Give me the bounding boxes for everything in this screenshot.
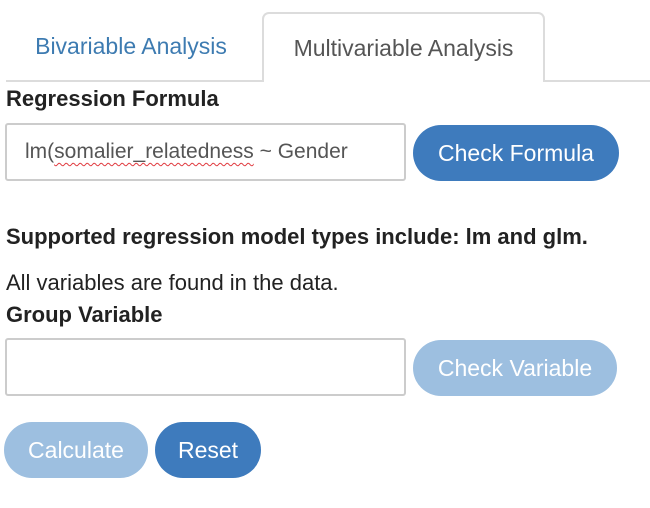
check-variable-button[interactable]: Check Variable (413, 340, 617, 396)
calculate-button[interactable]: Calculate (4, 422, 148, 478)
variables-found-message: All variables are found in the data. (6, 270, 339, 295)
formula-rest: ~ Gender (253, 140, 348, 163)
formula-prefix: lm( (25, 140, 55, 163)
analysis-tabs: Bivariable Analysis Multivariable Analys… (6, 12, 650, 82)
check-formula-button[interactable]: Check Formula (413, 125, 619, 181)
tab-bivariable-analysis[interactable]: Bivariable Analysis (6, 12, 256, 80)
regression-formula-label: Regression Formula (6, 86, 219, 111)
group-variable-input[interactable] (5, 338, 406, 396)
supported-model-types-note: Supported regression model types include… (6, 224, 588, 249)
tab-multivariable-analysis[interactable]: Multivariable Analysis (262, 12, 545, 82)
reset-button[interactable]: Reset (155, 422, 261, 478)
regression-formula-input[interactable]: lm(somalier_relatedness ~ Gender (5, 123, 406, 181)
formula-misspelled-term: somalier_relatedness (54, 140, 254, 163)
group-variable-label: Group Variable (6, 302, 163, 327)
